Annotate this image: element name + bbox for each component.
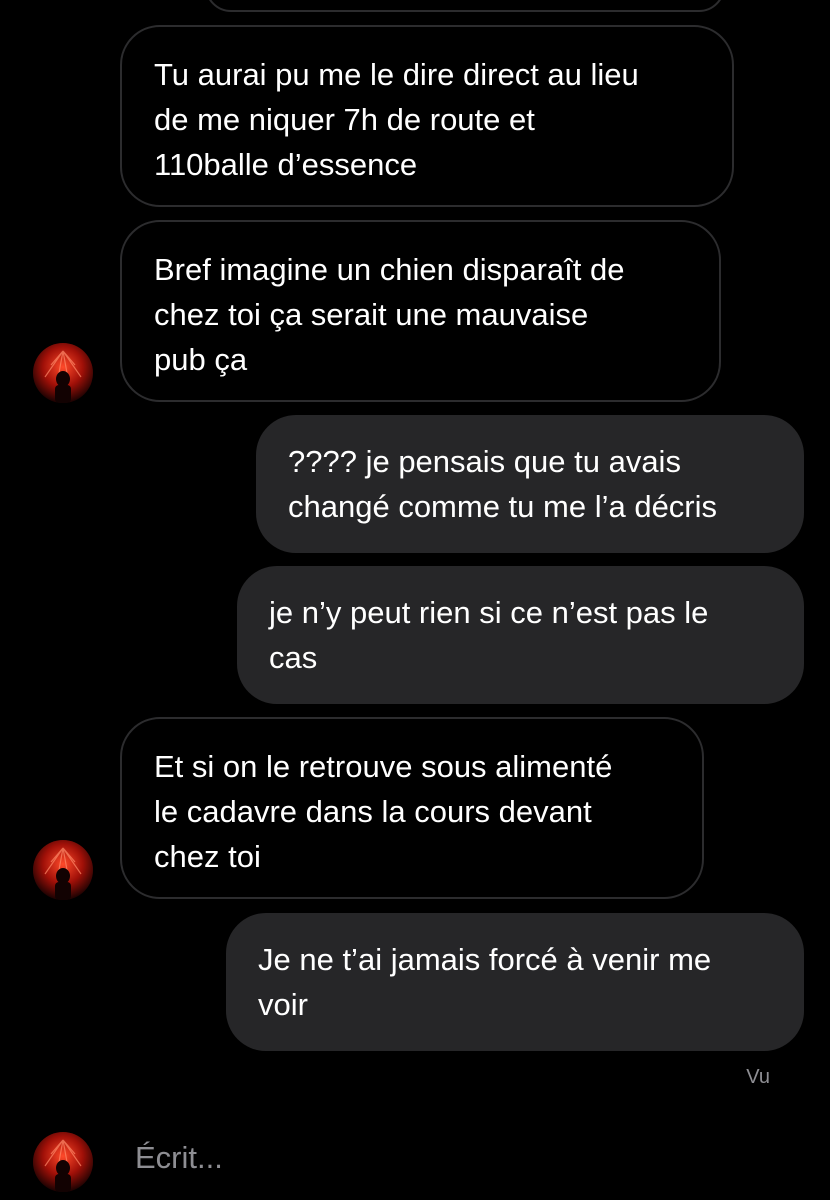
message-bubble-sent[interactable]: je n’y peut rien si ce n’est pas le cas [237, 566, 804, 704]
message-bubble-received[interactable]: Bref imagine un chien disparaît de chez … [120, 220, 721, 402]
message-bubble-received[interactable]: Tu aurai pu me le dire direct au lieu de… [120, 25, 734, 207]
contact-avatar[interactable] [33, 1132, 93, 1192]
avatar-icon [33, 840, 93, 900]
message-bubble-received[interactable]: Et si on le retrouve sous alimenté le ca… [120, 717, 704, 899]
contact-avatar[interactable] [33, 343, 93, 403]
message-thread: Tu aurai pu me le dire direct au lieu de… [0, 0, 830, 1200]
avatar-icon [33, 1132, 93, 1192]
contact-avatar[interactable] [33, 840, 93, 900]
seen-status: Vu [746, 1066, 770, 1088]
typing-indicator-row: Écrit... [0, 1128, 830, 1200]
avatar-icon [33, 343, 93, 403]
message-bubble-sent[interactable]: Je ne t’ai jamais forcé à venir me voir [226, 913, 804, 1051]
message-bubble-partial[interactable] [205, 0, 725, 12]
message-bubble-sent[interactable]: ???? je pensais que tu avais changé comm… [256, 415, 804, 553]
typing-indicator-label: Écrit... [135, 1140, 223, 1175]
